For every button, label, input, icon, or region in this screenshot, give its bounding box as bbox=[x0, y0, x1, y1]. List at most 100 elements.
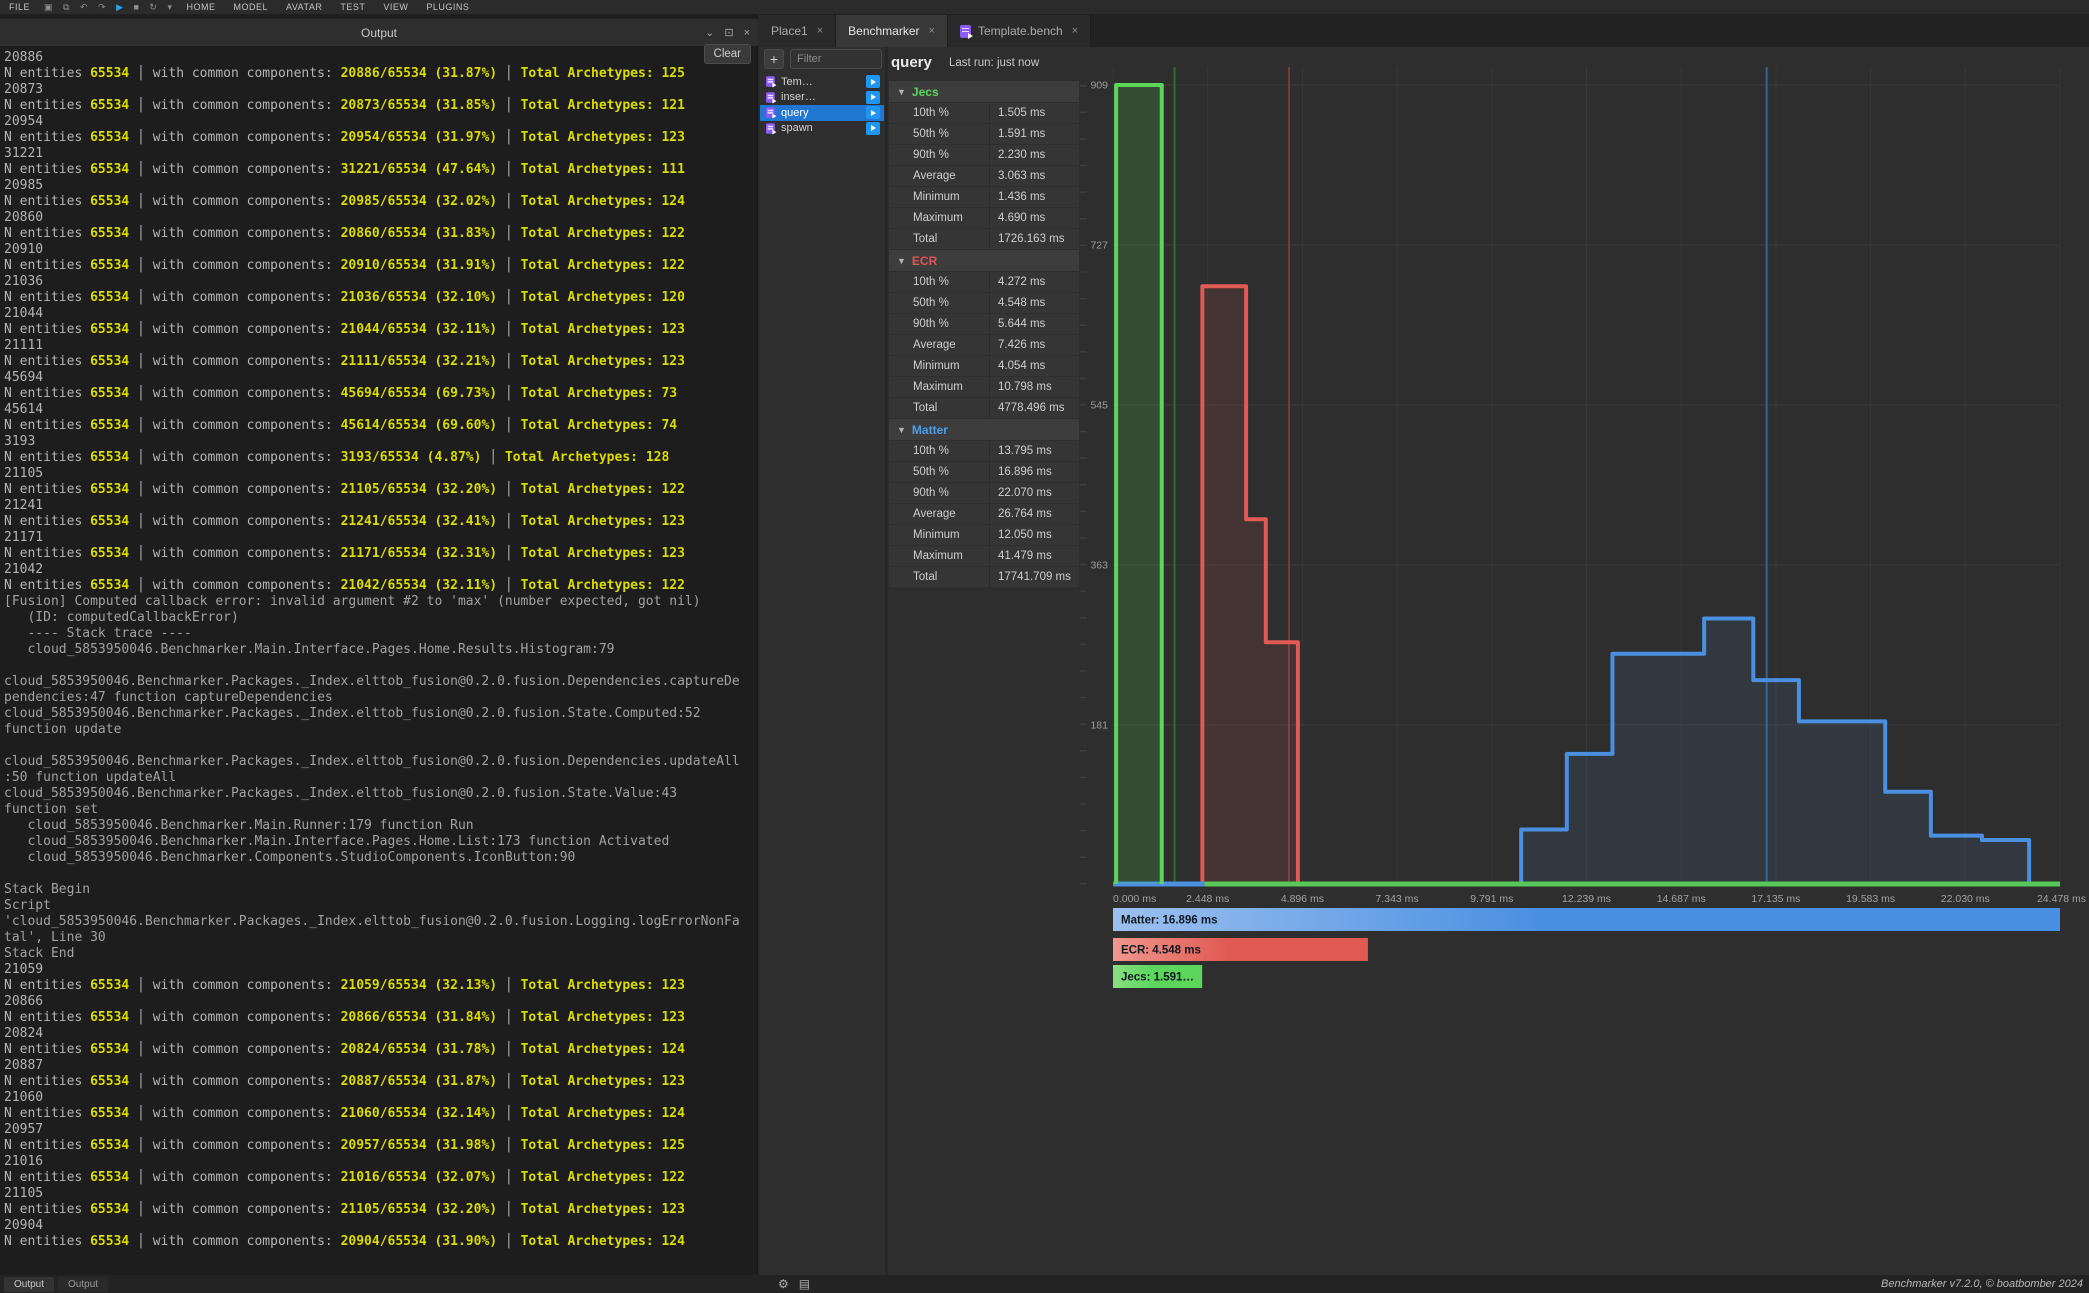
benchmark-item-query[interactable]: query bbox=[760, 105, 884, 121]
menu-plugins[interactable]: PLUGINS bbox=[417, 2, 478, 12]
ruler-tick bbox=[1080, 777, 1087, 779]
chevron-down-icon[interactable]: ⌄ bbox=[705, 26, 714, 39]
tab-close-icon[interactable]: × bbox=[817, 25, 823, 37]
histogram-chart: 9097275453631810.000 ms2.448 ms4.896 ms7… bbox=[1080, 55, 2089, 1005]
stop-icon[interactable]: ■ bbox=[128, 2, 144, 12]
log-line: 20866 bbox=[4, 994, 756, 1010]
log-line: cloud_5853950046.Benchmarker.Packages._I… bbox=[4, 786, 756, 802]
reset-icon[interactable]: ↻ bbox=[144, 2, 162, 12]
stats-section-header-jecs[interactable]: ▼Jecs bbox=[889, 81, 1079, 102]
ruler-tick bbox=[1080, 723, 1087, 725]
play-icon[interactable]: ▶ bbox=[111, 2, 128, 12]
copy-icon[interactable]: ⧉ bbox=[58, 2, 75, 12]
log-line: 20957 bbox=[4, 1122, 756, 1138]
benchmark-item-inser[interactable]: inser… bbox=[760, 90, 884, 106]
undo-icon[interactable]: ↶ bbox=[75, 2, 93, 12]
tab-template-bench[interactable]: Template.bench × bbox=[948, 15, 1091, 47]
tab-benchmarker[interactable]: Benchmarker× bbox=[836, 15, 948, 47]
dock-icon[interactable]: ⊡ bbox=[724, 26, 733, 39]
tab-close-icon[interactable]: × bbox=[1072, 25, 1078, 37]
log-line: 20985 bbox=[4, 178, 756, 194]
ruler-tick bbox=[1080, 511, 1087, 512]
log-line: N entities 65534 │ with common component… bbox=[4, 66, 756, 82]
ruler-tick bbox=[1080, 856, 1087, 858]
log-line: N entities 65534 │ with common component… bbox=[4, 290, 756, 306]
log-line: ---- Stack trace ---- bbox=[4, 626, 756, 642]
log-line: Script bbox=[4, 898, 756, 914]
stats-section-header-ecr[interactable]: ▼ECR bbox=[889, 250, 1079, 271]
log-line: 'cloud_5853950046.Benchmarker.Packages._… bbox=[4, 914, 756, 930]
x-axis-tick-label: 9.791 ms bbox=[1470, 893, 1513, 905]
menu-model[interactable]: MODEL bbox=[225, 2, 278, 12]
menu-home[interactable]: HOME bbox=[178, 2, 225, 12]
output-panel: Output ⌄ ⊡ × Clear 20886N entities 65534… bbox=[0, 15, 758, 1275]
run-benchmark-button[interactable] bbox=[866, 75, 880, 88]
filter-input[interactable] bbox=[790, 49, 882, 69]
legend-bar-matter[interactable] bbox=[1113, 908, 2060, 931]
log-line: N entities 65534 │ with common component… bbox=[4, 578, 756, 594]
log-line: N entities 65534 │ with common component… bbox=[4, 978, 756, 994]
log-line: tal', Line 30 bbox=[4, 930, 756, 946]
close-icon[interactable]: × bbox=[744, 27, 750, 39]
dropdown-icon[interactable]: ▾ bbox=[162, 2, 177, 12]
paste-icon[interactable]: ▣ bbox=[39, 2, 58, 12]
log-line bbox=[4, 738, 756, 754]
log-line: N entities 65534 │ with common component… bbox=[4, 98, 756, 114]
y-axis-tick-label: 727 bbox=[1090, 239, 1108, 251]
log-line: 31221 bbox=[4, 146, 756, 162]
add-benchmark-button[interactable]: + bbox=[764, 49, 784, 69]
stat-label: 10th % bbox=[889, 272, 989, 292]
benchmark-list: Tem…inser…queryspawn bbox=[760, 74, 884, 136]
stat-label: 10th % bbox=[889, 103, 989, 123]
stat-value: 7.426 ms bbox=[989, 335, 1079, 355]
log-line: cloud_5853950046.Benchmarker.Components.… bbox=[4, 850, 756, 866]
log-line: 20886 bbox=[4, 50, 756, 66]
x-axis-tick-label: 14.687 ms bbox=[1657, 893, 1706, 905]
stat-value: 10.798 ms bbox=[989, 377, 1079, 397]
log-line: N entities 65534 │ with common component… bbox=[4, 546, 756, 562]
log-line: 21059 bbox=[4, 962, 756, 978]
stat-value: 3.063 ms bbox=[989, 166, 1079, 186]
menu-test[interactable]: TEST bbox=[331, 2, 374, 12]
menu-view[interactable]: VIEW bbox=[374, 2, 417, 12]
gear-icon[interactable]: ⚙ bbox=[778, 1277, 789, 1291]
tab-place1[interactable]: Place1× bbox=[759, 15, 836, 47]
log-line: 45694 bbox=[4, 370, 756, 386]
log-line: N entities 65534 │ with common component… bbox=[4, 450, 756, 466]
stat-value: 4.690 ms bbox=[989, 208, 1079, 228]
editor-tab-bar: Place1×Benchmarker× Template.bench × bbox=[759, 15, 2089, 47]
tab-close-icon[interactable]: × bbox=[929, 25, 935, 37]
stats-row: Maximum41.479 ms bbox=[889, 546, 1079, 566]
bottom-tab-output-1[interactable]: Output bbox=[4, 1277, 54, 1292]
bottom-tab-output-2[interactable]: Output bbox=[58, 1277, 108, 1292]
ruler-tick bbox=[1080, 644, 1087, 646]
stats-section-header-matter[interactable]: ▼Matter bbox=[889, 419, 1079, 440]
log-line: Stack Begin bbox=[4, 882, 756, 898]
benchmark-item-tem[interactable]: Tem… bbox=[760, 74, 884, 90]
output-panel-header[interactable]: Output ⌄ ⊡ × bbox=[0, 19, 758, 46]
x-axis-tick-label: 2.448 ms bbox=[1186, 893, 1229, 905]
legend-label: Jecs: 1.591… bbox=[1121, 972, 1194, 984]
log-line: N entities 65534 │ with common component… bbox=[4, 482, 756, 498]
stat-label: 50th % bbox=[889, 293, 989, 313]
stats-row: Minimum4.054 ms bbox=[889, 356, 1079, 376]
benchmark-item-spawn[interactable]: spawn bbox=[760, 121, 884, 137]
tab-label: Template.bench bbox=[978, 24, 1063, 38]
log-line: N entities 65534 │ with common component… bbox=[4, 1074, 756, 1090]
redo-icon[interactable]: ↷ bbox=[93, 2, 111, 12]
chevron-down-icon: ▼ bbox=[897, 87, 906, 97]
output-panel-title: Output bbox=[361, 26, 397, 40]
stat-label: 90th % bbox=[889, 145, 989, 165]
ruler-tick bbox=[1080, 750, 1087, 752]
journal-icon[interactable]: ▤ bbox=[799, 1277, 810, 1291]
run-benchmark-button[interactable] bbox=[866, 122, 880, 135]
run-benchmark-button[interactable] bbox=[866, 106, 880, 119]
menu-bar: FILE ▣⧉↶↷▶■↻▾ HOME MODEL AVATAR TEST VIE… bbox=[0, 0, 2089, 15]
ruler-tick bbox=[1080, 404, 1087, 406]
menu-file[interactable]: FILE bbox=[0, 2, 39, 12]
run-benchmark-button[interactable] bbox=[866, 91, 880, 104]
log-line: 20860 bbox=[4, 210, 756, 226]
stat-label: Maximum bbox=[889, 546, 989, 566]
menu-avatar[interactable]: AVATAR bbox=[277, 2, 331, 12]
clear-output-button[interactable]: Clear bbox=[704, 44, 751, 64]
